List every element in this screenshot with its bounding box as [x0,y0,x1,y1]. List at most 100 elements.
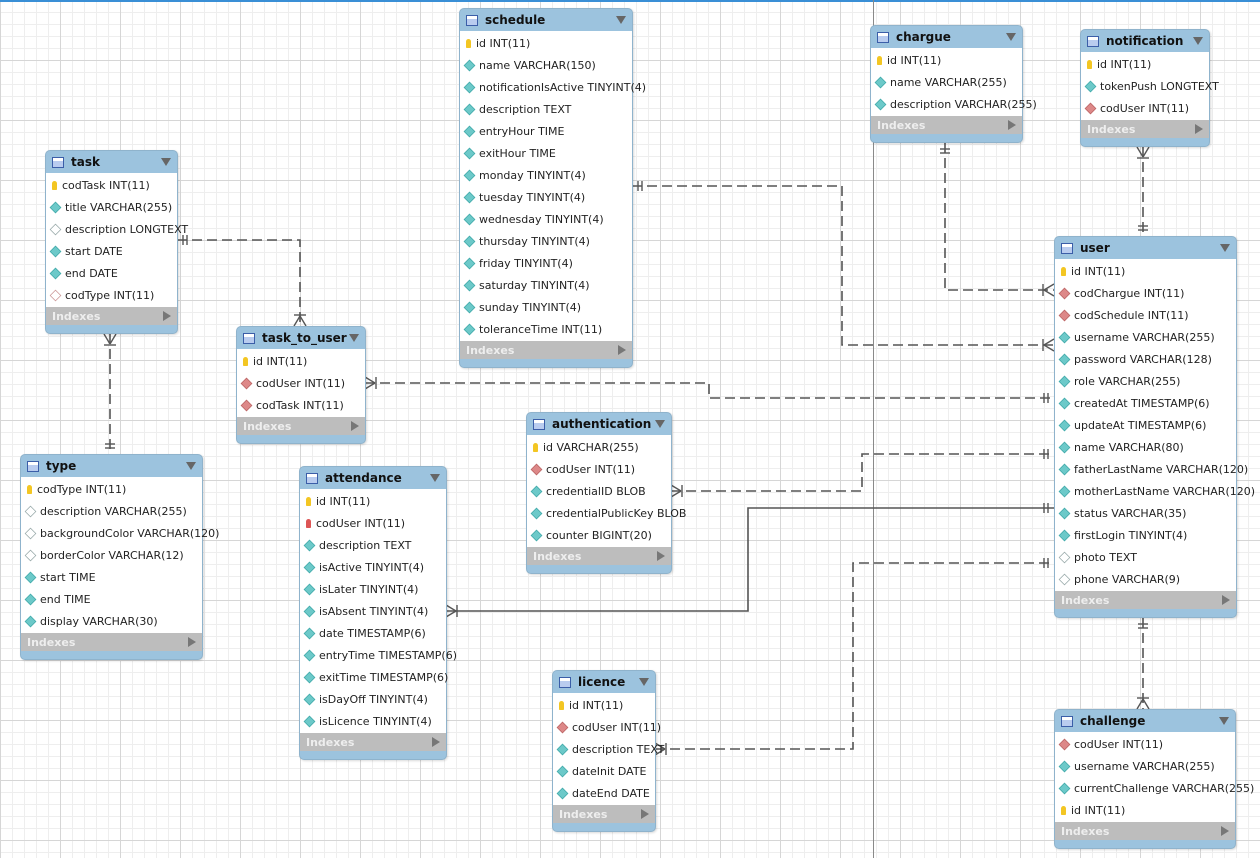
table-authentication[interactable]: authentication id VARCHAR(255) codUser IN… [526,412,686,574]
table-schedule[interactable]: schedule id INT(11) name VARCHAR(150) noti… [459,8,646,368]
column-row[interactable]: exitHour TIME [460,142,632,164]
column-row[interactable]: id INT(11) [1055,799,1235,821]
table-licence[interactable]: licence id INT(11) codUser INT(11) descrip… [552,670,664,832]
indexes-section[interactable]: Indexes [1081,120,1209,138]
column-row[interactable]: isLicence TINYINT(4) [300,710,446,732]
table-header[interactable]: attendance [300,467,446,489]
column-row[interactable]: id INT(11) [553,694,655,716]
column-row[interactable]: codTask INT(11) [46,174,177,196]
column-row[interactable]: monday TINYINT(4) [460,164,632,186]
column-row[interactable]: title VARCHAR(255) [46,196,177,218]
expand-arrow-icon[interactable] [188,637,196,647]
indexes-section[interactable]: Indexes [527,547,671,565]
column-row[interactable]: codType INT(11) [46,284,177,306]
column-row[interactable]: username VARCHAR(255) [1055,326,1236,348]
collapse-arrow-icon[interactable] [1220,244,1230,252]
column-row[interactable]: id INT(11) [460,32,632,54]
column-row[interactable]: codUser INT(11) [553,716,661,738]
indexes-section[interactable]: Indexes [1055,822,1235,840]
column-row[interactable]: entryTime TIMESTAMP(6) [300,644,457,666]
table-task[interactable]: task codTask INT(11) title VARCHAR(255) de… [45,150,188,334]
column-row[interactable]: isDayOff TINYINT(4) [300,688,446,710]
column-row[interactable]: name VARCHAR(80) [1055,436,1236,458]
column-row[interactable]: isLater TINYINT(4) [300,578,446,600]
column-row[interactable]: codUser INT(11) [1081,97,1209,119]
column-row[interactable]: end DATE [46,262,177,284]
column-row[interactable]: description VARCHAR(255) [871,93,1037,115]
expand-arrow-icon[interactable] [351,421,359,431]
column-row[interactable]: friday TINYINT(4) [460,252,632,274]
expand-arrow-icon[interactable] [618,345,626,355]
column-row[interactable]: createdAt TIMESTAMP(6) [1055,392,1236,414]
column-row[interactable]: codType INT(11) [21,478,202,500]
column-row[interactable]: codUser INT(11) [300,512,446,534]
indexes-section[interactable]: Indexes [46,307,177,325]
column-row[interactable]: credentialPublicKey BLOB [527,502,686,524]
table-task_to_user[interactable]: task_to_user id INT(11) codUser INT(11) co… [236,326,366,444]
table-header[interactable]: user [1055,237,1236,259]
column-row[interactable]: description LONGTEXT [46,218,188,240]
column-row[interactable]: id INT(11) [1081,53,1209,75]
collapse-arrow-icon[interactable] [655,420,665,428]
column-row[interactable]: saturday TINYINT(4) [460,274,632,296]
column-row[interactable]: notificationIsActive TINYINT(4) [460,76,646,98]
column-row[interactable]: status VARCHAR(35) [1055,502,1236,524]
table-challenge[interactable]: challenge codUser INT(11) username VARCHA… [1054,709,1254,849]
table-user[interactable]: user id INT(11) codChargue INT(11) codSche… [1054,236,1255,618]
table-header[interactable]: challenge [1055,710,1235,732]
expand-arrow-icon[interactable] [163,311,171,321]
column-row[interactable]: id INT(11) [1055,260,1236,282]
column-row[interactable]: name VARCHAR(255) [871,71,1022,93]
column-row[interactable]: codUser INT(11) [1055,733,1235,755]
column-row[interactable]: password VARCHAR(128) [1055,348,1236,370]
column-row[interactable]: tuesday TINYINT(4) [460,186,632,208]
expand-arrow-icon[interactable] [641,809,649,819]
table-header[interactable]: authentication [527,413,671,435]
column-row[interactable]: username VARCHAR(255) [1055,755,1235,777]
expand-arrow-icon[interactable] [1195,124,1203,134]
column-row[interactable]: backgroundColor VARCHAR(120) [21,522,219,544]
column-row[interactable]: codChargue INT(11) [1055,282,1236,304]
column-row[interactable]: exitTime TIMESTAMP(6) [300,666,448,688]
collapse-arrow-icon[interactable] [1006,33,1016,41]
indexes-section[interactable]: Indexes [460,341,632,359]
indexes-section[interactable]: Indexes [21,633,202,651]
column-row[interactable]: role VARCHAR(255) [1055,370,1236,392]
expand-arrow-icon[interactable] [657,551,665,561]
relationship-user-licence[interactable] [655,562,1054,750]
column-row[interactable]: id INT(11) [237,350,365,372]
indexes-section[interactable]: Indexes [300,733,446,751]
table-type[interactable]: type codType INT(11) description VARCHAR(… [20,454,219,660]
indexes-section[interactable]: Indexes [871,116,1022,134]
expand-arrow-icon[interactable] [1222,595,1230,605]
column-row[interactable]: id INT(11) [300,490,446,512]
table-notification[interactable]: notification id INT(11) tokenPush LONGTEX… [1080,29,1219,147]
column-row[interactable]: phone VARCHAR(9) [1055,568,1236,590]
column-row[interactable]: id VARCHAR(255) [527,436,671,458]
column-row[interactable]: isActive TINYINT(4) [300,556,446,578]
indexes-section[interactable]: Indexes [553,805,655,823]
table-header[interactable]: chargue [871,26,1022,48]
column-row[interactable]: start DATE [46,240,177,262]
column-row[interactable]: thursday TINYINT(4) [460,230,632,252]
expand-arrow-icon[interactable] [1221,826,1229,836]
table-header[interactable]: schedule [460,9,632,31]
column-row[interactable]: tokenPush LONGTEXT [1081,75,1219,97]
column-row[interactable]: id INT(11) [871,49,1022,71]
table-header[interactable]: task_to_user [237,327,365,349]
column-row[interactable]: photo TEXT [1055,546,1236,568]
collapse-arrow-icon[interactable] [186,462,196,470]
indexes-section[interactable]: Indexes [237,417,365,435]
column-row[interactable]: sunday TINYINT(4) [460,296,632,318]
column-row[interactable]: fatherLastName VARCHAR(120) [1055,458,1248,480]
column-row[interactable]: description TEXT [460,98,632,120]
collapse-arrow-icon[interactable] [1193,37,1203,45]
column-row[interactable]: toleranceTime INT(11) [460,318,632,340]
collapse-arrow-icon[interactable] [639,678,649,686]
expand-arrow-icon[interactable] [432,737,440,747]
column-row[interactable]: motherLastName VARCHAR(120) [1055,480,1255,502]
column-row[interactable]: dateEnd DATE [553,782,655,804]
column-row[interactable]: description TEXT [300,534,446,556]
column-row[interactable]: date TIMESTAMP(6) [300,622,446,644]
column-row[interactable]: updateAt TIMESTAMP(6) [1055,414,1236,436]
